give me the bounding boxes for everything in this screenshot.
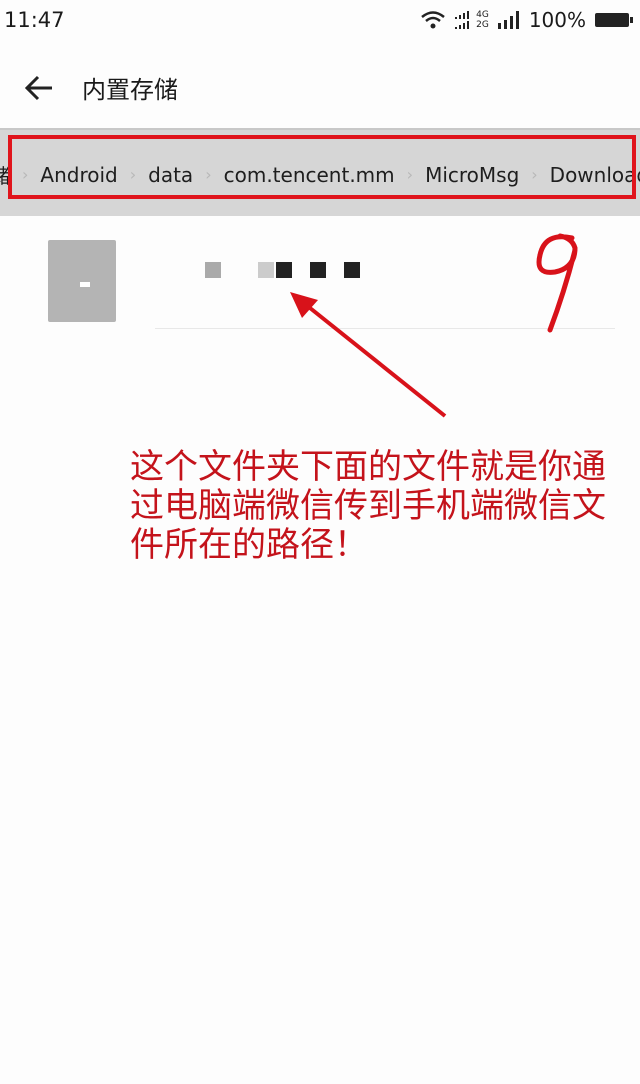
annotation-text: 这个文件夹下面的文件就是你通 过电脑端微信传到手机端微信文 件所在的路径！ [130, 448, 630, 565]
annotation-line: 过电脑端微信传到手机端微信文 [130, 486, 606, 526]
handwritten-nine [536, 233, 578, 333]
annotation-line: 件所在的路径！ [130, 525, 368, 565]
arrow-line [298, 298, 447, 418]
highlight-box [8, 135, 636, 199]
arrow-head [290, 292, 318, 318]
annotation-line: 这个文件夹下面的文件就是你通 [130, 447, 606, 487]
